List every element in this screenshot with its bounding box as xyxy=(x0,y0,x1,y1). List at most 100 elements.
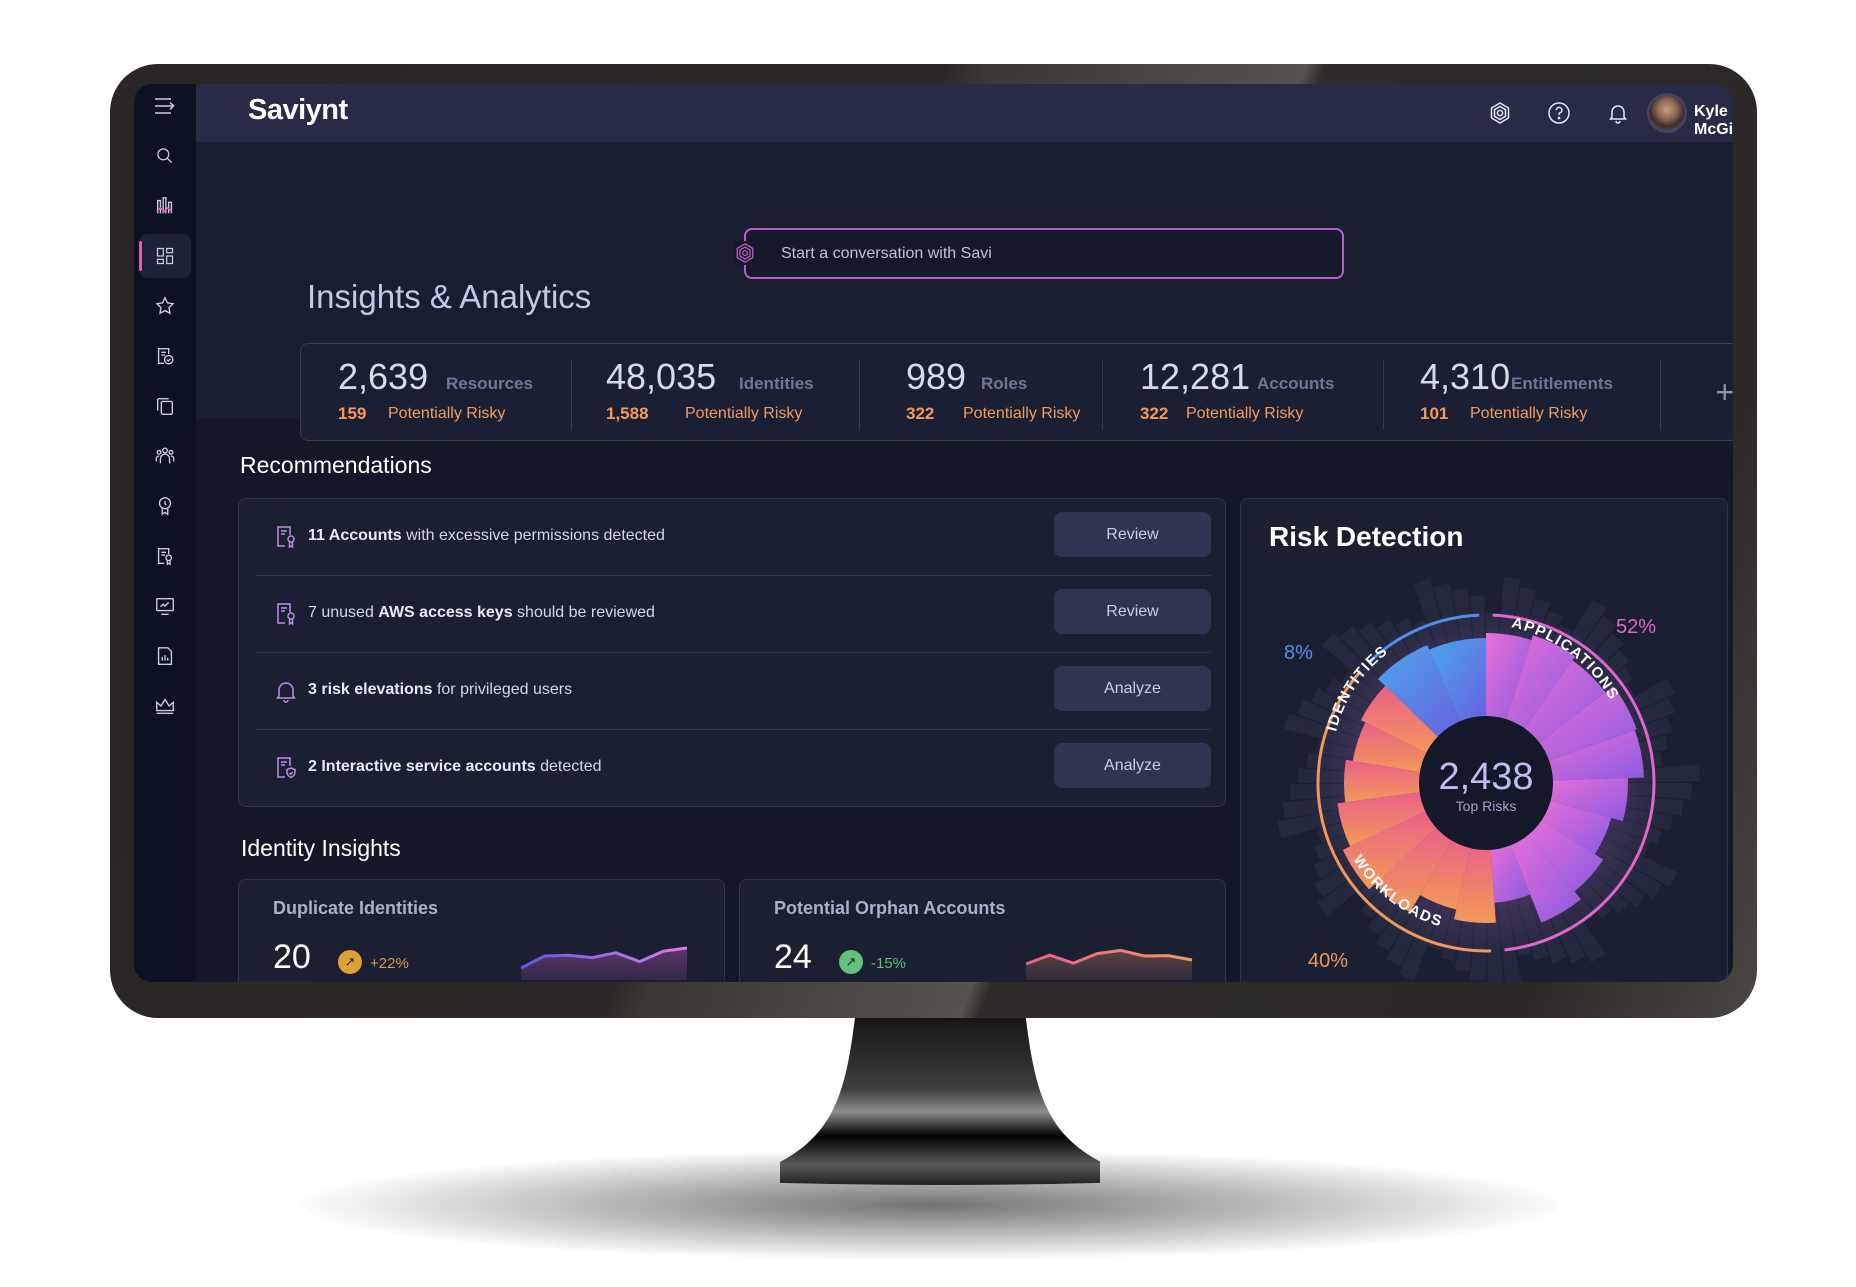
segment-percent-applications: 52% xyxy=(1616,616,1656,638)
stat-label: Roles xyxy=(981,374,1028,393)
stat-resources[interactable]: 2,639 Resources 159 Potentially Risky xyxy=(301,344,571,440)
notifications-button[interactable] xyxy=(1604,99,1632,127)
recommendation-item: 7 unused AWS access keys should be revie… xyxy=(256,576,1211,653)
stat-value: 989 xyxy=(906,356,967,397)
stat-risky-count: 322 xyxy=(906,404,935,423)
stat-roles[interactable]: 989 Roles 322 Potentially Risky xyxy=(859,344,1102,440)
recommendations-title: Recommendations xyxy=(240,452,432,478)
help-button[interactable] xyxy=(1545,99,1573,127)
stat-risky-label: Potentially Risky xyxy=(1470,405,1588,422)
top-header: Saviynt Kyle McGill xyxy=(196,84,1733,143)
orphan-accounts-card[interactable]: Potential Orphan Accounts 24 ↗ -15% xyxy=(739,879,1226,982)
sidebar-item-menu[interactable] xyxy=(139,84,191,128)
stat-label: Entitlements xyxy=(1511,374,1614,393)
crown-icon xyxy=(156,698,174,715)
risk-radial-chart[interactable]: 2,438 Top Risks IDENTITIES APPLICATIONS … xyxy=(1241,499,1729,982)
insight-sparkline xyxy=(520,946,688,980)
arrow-up-right-icon: ↗ xyxy=(839,950,863,974)
duplicate-identities-card[interactable]: Duplicate Identities 20 ↗ +22% xyxy=(238,879,725,982)
stat-label: Identities xyxy=(739,374,814,393)
insight-sparkline xyxy=(1025,948,1193,980)
stat-risky-count: 322 xyxy=(1140,404,1169,423)
overview-panel: Start a conversation with Savi Insights … xyxy=(196,143,1733,441)
document-award-icon xyxy=(157,547,173,566)
stat-risky-count: 1,588 xyxy=(606,404,649,423)
risk-detection-card: Risk Detection 2,438 Top Risks IDENTITIE… xyxy=(1240,498,1728,982)
sidebar-item-dashboard[interactable] xyxy=(139,234,191,278)
recommendation-text: 2 Interactive service accounts detected xyxy=(308,758,602,775)
insight-title: Duplicate Identities xyxy=(273,898,439,918)
risk-total-label: Top Risks xyxy=(1456,798,1517,814)
sidebar-item-monitoring[interactable] xyxy=(139,584,191,628)
stat-divider xyxy=(1660,360,1661,430)
sidebar-item-admin[interactable] xyxy=(139,684,191,728)
star-icon xyxy=(155,296,175,315)
stat-risky-count: 159 xyxy=(338,404,367,423)
insight-delta: +22% xyxy=(370,955,409,972)
sidebar-item-favorites[interactable] xyxy=(139,284,191,328)
report-icon xyxy=(157,647,173,665)
dashboard-icon xyxy=(156,247,174,265)
sidebar-item-reports[interactable] xyxy=(139,634,191,678)
stat-risky-label: Potentially Risky xyxy=(963,405,1081,422)
sidebar xyxy=(134,84,196,982)
recommendation-item: 3 risk elevations for privileged users A… xyxy=(256,653,1211,730)
sidebar-item-identities[interactable] xyxy=(139,434,191,478)
search-icon xyxy=(157,148,173,164)
recommendation-text: 11 Accounts with excessive permissions d… xyxy=(308,527,665,544)
user-avatar[interactable] xyxy=(1647,93,1687,133)
savi-chat-input[interactable]: Start a conversation with Savi xyxy=(744,228,1344,279)
document-award-icon xyxy=(274,601,298,627)
analyze-button[interactable]: Analyze xyxy=(1054,743,1211,788)
stat-value: 12,281 xyxy=(1140,356,1251,397)
segment-percent-workloads: 40% xyxy=(1308,950,1348,972)
bell-icon xyxy=(1609,105,1627,124)
add-stat-button[interactable]: + xyxy=(1715,374,1733,411)
analytics-icon xyxy=(156,197,173,214)
stat-risky-label: Potentially Risky xyxy=(1186,405,1304,422)
segment-percent-identities: 8% xyxy=(1284,642,1313,664)
review-button[interactable]: Review xyxy=(1054,512,1211,557)
recommendation-text: 7 unused AWS access keys should be revie… xyxy=(308,604,655,621)
bell-icon xyxy=(274,678,298,704)
user-name[interactable]: Kyle McGill xyxy=(1694,103,1733,139)
sidebar-item-certifications[interactable] xyxy=(139,334,191,378)
stat-risky-label: Potentially Risky xyxy=(685,405,803,422)
stat-label: Accounts xyxy=(1257,374,1335,393)
stat-risky-count: 101 xyxy=(1420,404,1449,423)
sidebar-item-policies[interactable] xyxy=(139,534,191,578)
monitor-chart-icon xyxy=(156,597,174,615)
menu-expand-icon xyxy=(155,98,175,114)
recommendation-item: 2 Interactive service accounts detected … xyxy=(256,730,1211,807)
insight-value: 20 xyxy=(273,938,311,976)
analyze-button[interactable]: Analyze xyxy=(1054,666,1211,711)
monitor-mockup: Start a conversation with Savi Insights … xyxy=(0,0,1856,1287)
copy-icon xyxy=(156,397,174,415)
savi-assistant-button[interactable] xyxy=(1486,99,1514,127)
stat-entitlements[interactable]: 4,310 Entitlements 101 Potentially Risky xyxy=(1383,344,1660,440)
recommendations-card: 11 Accounts with excessive permissions d… xyxy=(238,498,1226,807)
stat-accounts[interactable]: 12,281 Accounts 322 Potentially Risky xyxy=(1102,344,1383,440)
stat-identities[interactable]: 48,035 Identities 1,588 Potentially Risk… xyxy=(571,344,859,440)
stats-summary: 2,639 Resources 159 Potentially Risky 48… xyxy=(300,343,1733,441)
stat-risky-label: Potentially Risky xyxy=(388,405,506,422)
document-award-icon xyxy=(274,524,298,550)
recommendation-item: 11 Accounts with excessive permissions d… xyxy=(256,499,1211,576)
stat-label: Resources xyxy=(446,374,533,393)
review-button[interactable]: Review xyxy=(1054,589,1211,634)
app-screen: Start a conversation with Savi Insights … xyxy=(134,84,1733,982)
certification-icon xyxy=(157,347,174,365)
insight-title: Potential Orphan Accounts xyxy=(774,898,1006,918)
sidebar-item-analytics[interactable] xyxy=(139,184,191,228)
recommendation-text: 3 risk elevations for privileged users xyxy=(308,681,573,698)
award-icon xyxy=(158,497,172,516)
document-shield-icon xyxy=(274,755,298,781)
monitor-stand xyxy=(780,1010,1100,1185)
identity-insights-title: Identity Insights xyxy=(241,835,401,861)
sidebar-item-search[interactable] xyxy=(139,134,191,178)
brand-logo[interactable]: Saviynt xyxy=(248,94,348,127)
sidebar-item-requests[interactable] xyxy=(139,384,191,428)
page-title: Insights & Analytics xyxy=(307,278,592,315)
sidebar-item-roles[interactable] xyxy=(139,484,191,528)
stat-value: 48,035 xyxy=(606,356,717,397)
